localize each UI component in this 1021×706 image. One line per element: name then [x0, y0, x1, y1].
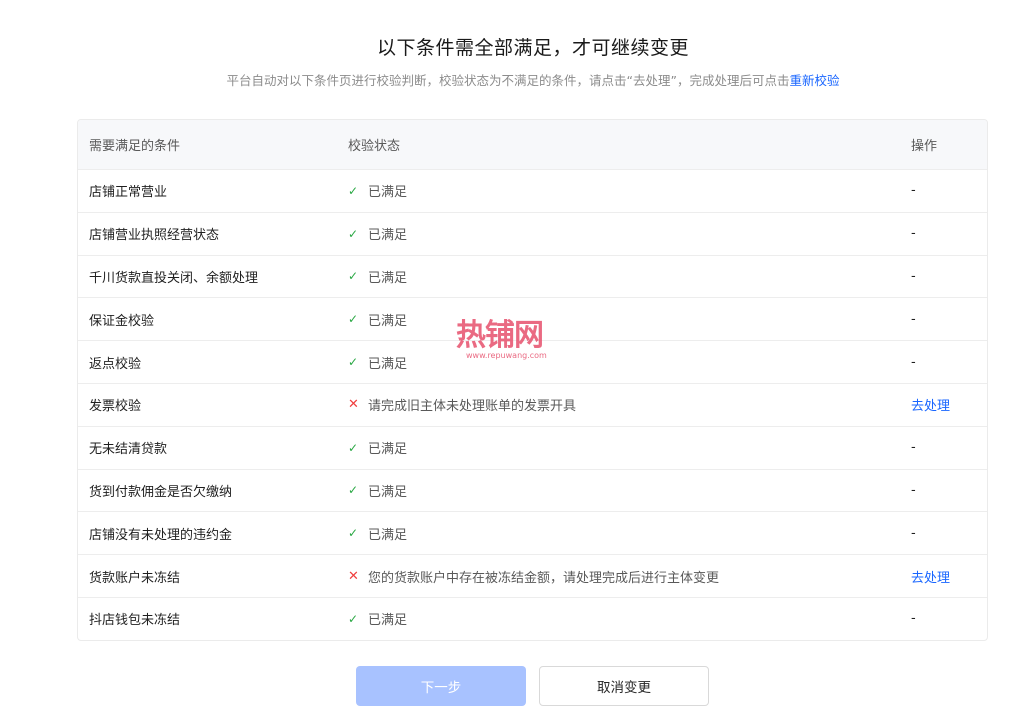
condition-cell: 无未结清贷款 [89, 442, 168, 458]
column-header-action: 操作 [911, 139, 938, 154]
check-icon: ✓ [348, 611, 359, 626]
table-row: 货到付款佣金是否欠缴纳 ✓ 已满足 - [78, 468, 987, 512]
status-cell: ✓ 已满足 [348, 267, 911, 286]
condition-cell: 返点校验 [89, 356, 142, 372]
status-text: 已满足 [368, 185, 408, 201]
condition-cell: 货款账户未冻结 [89, 570, 181, 586]
condition-cell: 店铺营业执照经营状态 [89, 228, 220, 244]
condition-cell: 发票校验 [89, 399, 142, 415]
condition-cell: 店铺没有未处理的违约金 [89, 527, 233, 543]
table-row: 返点校验 ✓ 已满足 - [78, 340, 987, 383]
action-cell: - [911, 354, 916, 370]
status-cell: ✓ 已满足 [348, 481, 911, 500]
condition-cell: 抖店钱包未冻结 [89, 613, 181, 629]
page-subtitle: 平台自动对以下条件页进行校验判断，校验状态为不满足的条件，请点击“去处理”，完成… [0, 70, 1021, 89]
check-icon: ✓ [348, 226, 359, 241]
status-cell: ✕ 请完成旧主体未处理账单的发票开具 [348, 395, 911, 414]
table-row: 店铺没有未处理的违约金 ✓ 已满足 - [78, 511, 987, 554]
check-icon: ✓ [348, 440, 359, 455]
table-row: 货款账户未冻结 ✕ 您的货款账户中存在被冻结金额，请处理完成后进行主体变更 去处理 [78, 554, 987, 597]
action-cell: - [911, 482, 916, 498]
status-cell: ✓ 已满足 [348, 609, 911, 629]
check-icon: ✓ [348, 483, 359, 498]
status-text: 已满足 [368, 228, 408, 244]
status-text: 已满足 [368, 270, 408, 286]
action-cell: - [911, 525, 916, 541]
check-icon: ✓ [348, 183, 359, 198]
table-row: 店铺营业执照经营状态 ✓ 已满足 - [78, 211, 987, 255]
condition-cell: 店铺正常营业 [89, 185, 168, 201]
status-cell: ✓ 已满足 [348, 438, 911, 458]
table-body: 店铺正常营业 ✓ 已满足 - 店铺营业执照经营状态 ✓ 已满足 - 千川货款直投关闭、余额处理 ✓… [78, 169, 987, 640]
next-step-button[interactable]: 下一步 [356, 666, 526, 706]
table-header: 需要满足的条件 校验状态 操作 [78, 120, 987, 169]
cross-icon: ✕ [348, 568, 359, 584]
cancel-change-button[interactable]: 取消变更 [539, 666, 709, 706]
conditions-table: 需要满足的条件 校验状态 操作 店铺正常营业 ✓ 已满足 - 店铺营业执照经营状态 ✓ 已满… [77, 119, 988, 641]
table-row: 店铺正常营业 ✓ 已满足 - [78, 169, 987, 212]
action-cell: - [911, 268, 916, 284]
column-header-condition: 需要满足的条件 [89, 139, 181, 154]
cross-icon: ✕ [348, 397, 359, 413]
status-cell: ✓ 已满足 [348, 310, 911, 329]
condition-cell: 千川货款直投关闭、余额处理 [89, 270, 259, 286]
subtitle-text: 平台自动对以下条件页进行校验判断，校验状态为不满足的条件，请点击“去处理”，完成… [226, 73, 790, 88]
condition-cell: 货到付款佣金是否欠缴纳 [89, 484, 233, 500]
table-row: 发票校验 ✕ 请完成旧主体未处理账单的发票开具 去处理 [78, 382, 987, 426]
status-text: 请完成旧主体未处理账单的发票开具 [368, 399, 577, 415]
status-text: 已满足 [368, 313, 408, 329]
status-text: 已满足 [368, 442, 408, 458]
status-text: 已满足 [368, 527, 408, 543]
status-text: 已满足 [368, 484, 408, 500]
status-cell: ✓ 已满足 [348, 224, 911, 244]
table-row: 无未结清贷款 ✓ 已满足 - [78, 425, 987, 469]
recheck-link[interactable]: 重新校验 [789, 73, 839, 88]
page-title: 以下条件需全部满足，才可继续变更 [376, 37, 689, 59]
condition-cell: 保证金校验 [89, 313, 155, 329]
check-icon: ✓ [348, 312, 359, 327]
check-icon: ✓ [348, 355, 359, 370]
status-text: 您的货款账户中存在被冻结金额，请处理完成后进行主体变更 [368, 570, 720, 586]
action-cell: - [911, 226, 916, 242]
status-cell: ✓ 已满足 [348, 353, 911, 372]
status-cell: ✓ 已满足 [348, 524, 911, 543]
action-cell: - [911, 183, 916, 199]
handle-link[interactable]: 去处理 [911, 395, 987, 414]
column-header-status: 校验状态 [348, 139, 401, 154]
status-cell: ✓ 已满足 [348, 181, 911, 201]
status-text: 已满足 [368, 356, 408, 372]
action-cell: - [911, 311, 916, 327]
table-row: 保证金校验 ✓ 已满足 - [78, 297, 987, 340]
action-cell: - [911, 611, 916, 627]
handle-link[interactable]: 去处理 [911, 567, 987, 586]
status-text: 已满足 [368, 613, 408, 629]
status-cell: ✕ 您的货款账户中存在被冻结金额，请处理完成后进行主体变更 [348, 567, 911, 586]
table-row: 抖店钱包未冻结 ✓ 已满足 - [78, 596, 987, 640]
action-cell: - [911, 440, 916, 456]
check-icon: ✓ [348, 526, 359, 541]
check-icon: ✓ [348, 269, 359, 284]
table-row: 千川货款直投关闭、余额处理 ✓ 已满足 - [78, 254, 987, 298]
